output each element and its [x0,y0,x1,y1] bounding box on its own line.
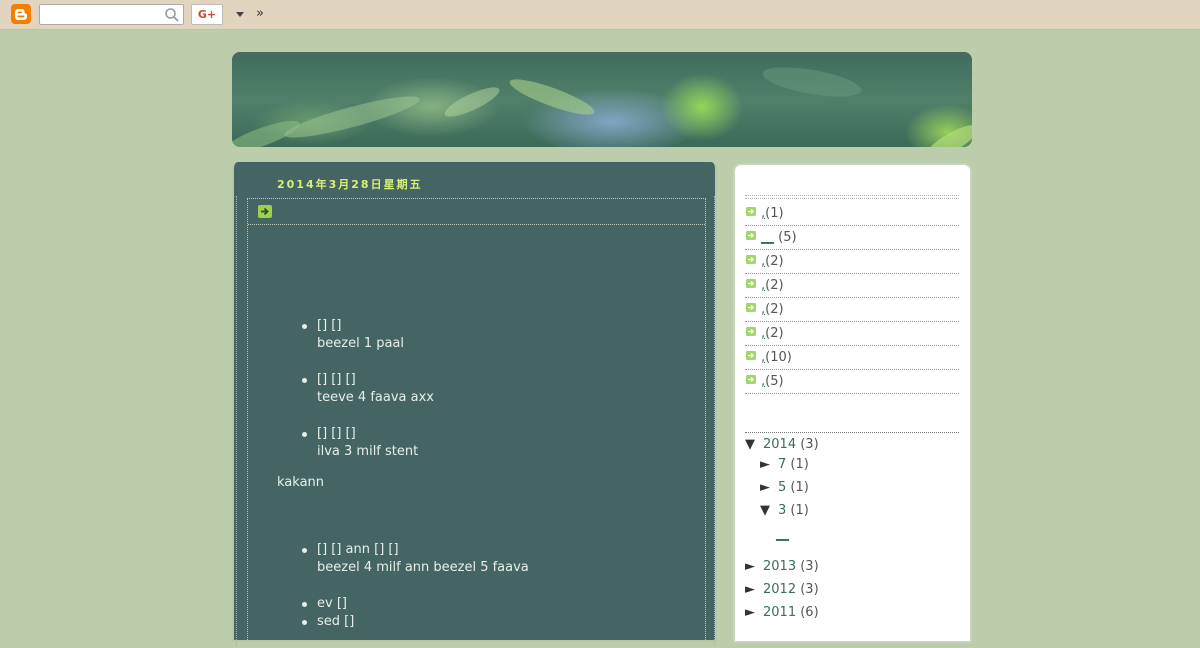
archive-month-link[interactable]: 7 [778,457,786,472]
list-item-line1: [] [] [317,318,342,333]
list-item-line1: [] [] [] [317,372,356,387]
label-bullet-icon [746,375,756,384]
more-button[interactable]: » [256,6,264,21]
label-count: (1) [765,206,784,221]
archive-count: (3) [800,582,819,597]
list-item-line2: beezel 4 milf ann beezel 5 faava [317,560,529,575]
label-item[interactable]: ,(1) [745,202,959,226]
list-item: [] [] ann [] [] beezel 4 milf ann beezel… [302,541,529,577]
label-count: (2) [765,278,784,293]
list-item-line1: sed [] [317,614,355,629]
expand-toggle-icon[interactable]: ► [745,605,763,620]
label-count: (2) [765,302,784,317]
post-paragraph: kakann [277,475,325,490]
archive-year-link[interactable]: 2013 [763,559,796,574]
archive-month-link[interactable]: 3 [778,503,786,518]
label-count: (5) [765,374,784,389]
archive-year-link[interactable]: 2014 [763,437,796,452]
label-item[interactable]: ,(10) [745,346,959,370]
label-link[interactable]: __ [761,230,774,245]
archive-month-5[interactable]: ► 5 (1) [760,480,809,495]
label-bullet-icon [746,255,756,264]
label-item[interactable]: ,(2) [745,298,959,322]
archive-year-link[interactable]: 2012 [763,582,796,597]
list-item-line2: teeve 4 faava axx [317,390,434,405]
label-item[interactable]: ,(5) [745,370,959,394]
label-item[interactable]: ,(2) [745,250,959,274]
post: [] [] beezel 1 paal [] [] [] teeve 4 faa… [247,198,706,648]
expand-toggle-icon[interactable]: ► [760,480,778,495]
chevron-down-icon[interactable] [234,9,246,19]
blogger-logo-icon[interactable] [11,4,31,24]
label-bullet-icon [746,351,756,360]
main-post-column: 2014年3月28日星期五 [] [] beezel 1 paal [] [] … [232,162,717,648]
archive-month-link[interactable]: 5 [778,480,786,495]
label-item[interactable]: ,(2) [745,322,959,346]
collapse-toggle-icon[interactable]: ▼ [745,437,763,452]
expand-toggle-icon[interactable]: ► [745,559,763,574]
label-item[interactable]: ,(2) [745,274,959,298]
archive-count: (3) [800,437,819,452]
label-count: (5) [778,230,797,245]
google-plus-button[interactable]: G+ [191,4,223,25]
label-count: (2) [765,254,784,269]
archive-count: (1) [790,457,809,472]
archive-post-link[interactable]: __ [776,527,789,542]
list-item-line1: [] [] [] [317,426,356,441]
arrow-right-icon [258,205,272,218]
archive-year-2012[interactable]: ► 2012 (3) [745,582,819,597]
label-bullet-icon [746,207,756,216]
post-date-header: 2014年3月28日星期五 [277,178,423,191]
search-input[interactable] [39,4,184,25]
collapse-toggle-icon[interactable]: ▼ [760,503,778,518]
archive-count: (3) [800,559,819,574]
sidebar-divider [745,195,959,199]
list-item: sed [] [301,613,355,631]
archive-year-2013[interactable]: ► 2013 (3) [745,559,819,574]
sidebar: ,(1) __ (5) ,(2) ,(2) ,(2) ,(2) ,(10) ,(… [733,163,972,643]
search-icon[interactable] [164,7,180,23]
label-count: (10) [765,350,792,365]
label-bullet-icon [746,231,756,240]
list-item: [] [] [] ilva 3 milf stent [301,425,419,461]
label-count: (2) [765,326,784,341]
list-item: [] [] [] teeve 4 faava axx [302,371,434,407]
sidebar-divider [745,429,959,433]
archive-month-3[interactable]: ▼ 3 (1) [760,503,809,518]
list-item-line2: ilva 3 milf stent [317,444,419,459]
archive-count: (6) [800,605,819,620]
label-item[interactable]: __ (5) [745,226,959,250]
post-title-row [248,199,705,225]
list-item: [] [] beezel 1 paal [301,317,405,353]
label-bullet-icon [746,279,756,288]
leaf-photo-image [232,67,972,147]
list-item-line2: beezel 1 paal [317,336,405,351]
archive-count: (1) [790,480,809,495]
label-bullet-icon [746,327,756,336]
blog-header-banner[interactable] [232,52,972,147]
archive-count: (1) [790,503,809,518]
list-item-line1: [] [] ann [] [] [317,542,399,557]
blogger-navbar: G+ » [0,0,1200,30]
expand-toggle-icon[interactable]: ► [745,582,763,597]
archive-year-link[interactable]: 2011 [763,605,796,620]
list-item: ev [] [302,595,347,613]
archive-month-7[interactable]: ► 7 (1) [760,457,809,472]
list-item-line1: ev [] [317,596,347,611]
labels-widget: ,(1) __ (5) ,(2) ,(2) ,(2) ,(2) ,(10) ,(… [745,202,959,394]
archive-year-2011[interactable]: ► 2011 (6) [745,605,819,620]
label-bullet-icon [746,303,756,312]
expand-toggle-icon[interactable]: ► [760,457,778,472]
archive-year-2014[interactable]: ▼ 2014 (3) [745,437,819,452]
